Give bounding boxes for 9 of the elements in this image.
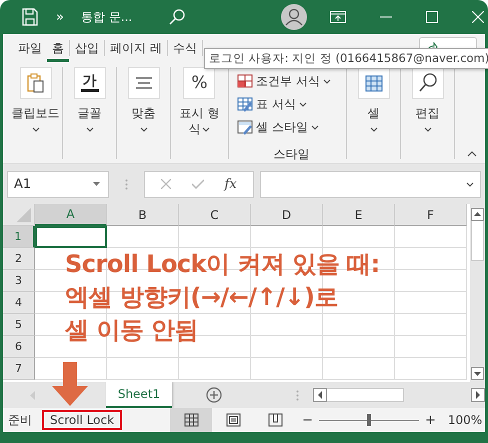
- status-indicator: Scroll Lock: [42, 410, 122, 430]
- status-text: 준비: [8, 412, 32, 428]
- document-title: 통합 문...: [80, 8, 132, 26]
- percent-icon: %: [191, 73, 208, 93]
- annotation-text: Scroll Lock이 켜져 있을 때:: [65, 249, 380, 280]
- annotation-text: 엑셀 방향키(→/←/↑/↓)로: [65, 282, 340, 313]
- group-label: 스타일: [274, 146, 310, 163]
- annotation-text: 셀 이동 안됨: [65, 315, 200, 346]
- tooltip: 로그인 사용자: 지인 정 (0166415867@naver.com): [204, 48, 488, 69]
